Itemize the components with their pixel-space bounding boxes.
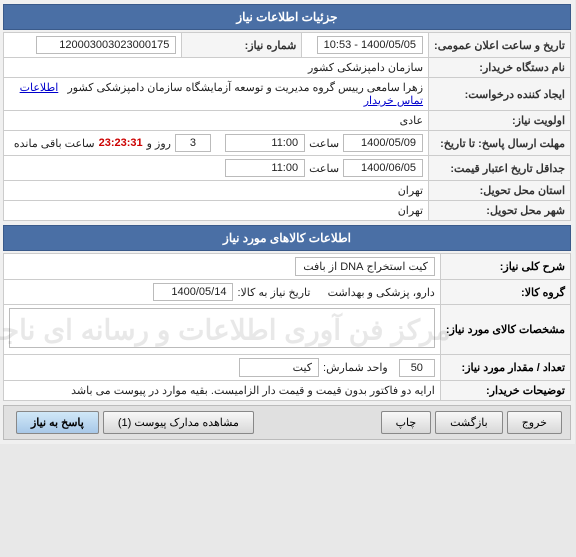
date-time-box: 1400/05/05 - 10:53 — [318, 36, 424, 54]
table-row: توضیحات خریدار: ارایه دو فاکتور بدون قیم… — [5, 381, 572, 401]
goods-unit-value: کیت — [240, 358, 320, 377]
goods-date-value: 1400/05/14 — [154, 283, 234, 301]
order-number-value: 120003003023000175 — [5, 33, 183, 58]
print-button[interactable]: چاپ — [382, 411, 433, 434]
priority-value: عادی — [5, 111, 430, 131]
table-row: اولویت نیاز: عادی — [5, 111, 572, 131]
remaining-label: ساعت باقی مانده — [15, 137, 96, 150]
table-row: تاریخ و ساعت اعلان عمومی: 1400/05/05 - 1… — [5, 33, 572, 58]
table-row: مشخصات کالای مورد نیاز: مرکز فن آوری اطل… — [5, 305, 572, 355]
goods-group-value: دارو، پزشکی و بهداشت — [329, 286, 436, 299]
info-table: تاریخ و ساعت اعلان عمومی: 1400/05/05 - 1… — [4, 32, 572, 221]
days-label: روز و — [148, 137, 172, 150]
goods-type-label: شرح کلی نیاز: — [441, 254, 571, 280]
goods-date-label: تاریخ نیاز به کالا: — [238, 286, 311, 299]
origin-value: زهرا سامعی رییس گروه مدیریت و توسعه آزما… — [5, 78, 430, 111]
goods-table: شرح کلی نیاز: کیت استخراج DNA از بافت گر… — [4, 253, 572, 401]
table-row: شهر محل تحویل: تهران — [5, 201, 572, 221]
main-container: جزئیات اطلاعات نیاز تاریخ و ساعت اعلان ع… — [0, 0, 576, 444]
goods-count-row: 50 واحد شمارش: کیت — [5, 355, 442, 381]
send-date-row: 1400/05/09 ساعت 11:00 3 روز و 23:23:31 س… — [5, 131, 430, 156]
province-label: استان محل تحویل: — [430, 181, 572, 201]
remaining-value: 23:23:31 — [100, 137, 144, 149]
section1-title: جزئیات اطلاعات نیاز — [237, 10, 338, 24]
exit-button[interactable]: خروج — [508, 411, 563, 434]
goods-notes-value: ارایه دو فاکتور بدون قیمت و قیمت دار الز… — [5, 381, 442, 401]
right-buttons: مشاهده مدارک پیوست (1) پاسخ به نیاز — [13, 411, 255, 434]
deal-date-row: 1400/06/05 ساعت 11:00 — [5, 156, 430, 181]
date-time-label: تاریخ و ساعت اعلان عمومی: — [430, 33, 572, 58]
table-row: تعداد / مقدار مورد نیاز: 50 واحد شمارش: … — [5, 355, 572, 381]
bottom-bar: خروج بازگشت چاپ مشاهده مدارک پیوست (1) پ… — [4, 405, 572, 440]
send-time-label: ساعت — [310, 137, 340, 150]
view-attachments-button[interactable]: مشاهده مدارک پیوست (1) — [104, 411, 255, 434]
order-number-label: شماره نیاز: — [183, 33, 303, 58]
goods-detail-cell: مرکز فن آوری اطلاعات و رسانه ای ناجا — [5, 305, 442, 355]
goods-type-value: کیت استخراج DNA از بافت — [5, 254, 442, 280]
table-row: جداقل تاریخ اعتبار قیمت: 1400/06/05 ساعت… — [5, 156, 572, 181]
table-row: شرح کلی نیاز: کیت استخراج DNA از بافت — [5, 254, 572, 280]
province-value: تهران — [5, 181, 430, 201]
goods-group-date-row: دارو، پزشکی و بهداشت تاریخ نیاز به کالا:… — [5, 280, 442, 305]
goods-unit-label: واحد شمارش: — [324, 361, 389, 374]
origin-label: ایجاد کننده درخواست: — [430, 78, 572, 111]
goods-detail-input[interactable] — [10, 308, 436, 348]
send-date-value: 1400/05/09 — [344, 134, 424, 152]
table-row: استان محل تحویل: تهران — [5, 181, 572, 201]
city-label: شهر محل تحویل: — [430, 201, 572, 221]
goods-count-value: 50 — [400, 359, 436, 377]
goods-count-label: تعداد / مقدار مورد نیاز: — [441, 355, 571, 381]
table-row: مهلت ارسال پاسخ: تا تاریخ: 1400/05/09 سا… — [5, 131, 572, 156]
deal-date-label: جداقل تاریخ اعتبار قیمت: — [430, 156, 572, 181]
deal-time-label: ساعت — [310, 162, 340, 175]
deal-date-value: 1400/06/05 — [344, 159, 424, 177]
date-time-value: 1400/05/05 - 10:53 — [303, 33, 430, 58]
back-button[interactable]: بازگشت — [436, 411, 504, 434]
table-row: نام دستگاه خریدار: سازمان دامپزشکی کشور — [5, 58, 572, 78]
goods-detail-label: مشخصات کالای مورد نیاز: — [441, 305, 571, 355]
deal-time-value: 11:00 — [226, 159, 306, 177]
buyer-value: سازمان دامپزشکی کشور — [5, 58, 430, 78]
send-date-label: مهلت ارسال پاسخ: تا تاریخ: — [430, 131, 572, 156]
section2-title: اطلاعات کالاهای مورد نیاز — [224, 231, 352, 245]
goods-type-box: کیت استخراج DNA از بافت — [296, 257, 436, 276]
table-row: گروه کالا: دارو، پزشکی و بهداشت تاریخ نی… — [5, 280, 572, 305]
table-row: ایجاد کننده درخواست: زهرا سامعی رییس گرو… — [5, 78, 572, 111]
city-value: تهران — [5, 201, 430, 221]
section2-header: اطلاعات کالاهای مورد نیاز — [4, 225, 572, 251]
left-buttons: خروج بازگشت چاپ — [378, 411, 563, 434]
goods-notes-label: توضیحات خریدار: — [441, 381, 571, 401]
send-time-value: 11:00 — [226, 134, 306, 152]
section1-header: جزئیات اطلاعات نیاز — [4, 4, 572, 30]
order-number-box: 120003003023000175 — [37, 36, 177, 54]
goods-group-label: گروه کالا: — [441, 280, 571, 305]
buyer-label: نام دستگاه خریدار: — [430, 58, 572, 78]
days-value: 3 — [176, 134, 212, 152]
priority-label: اولویت نیاز: — [430, 111, 572, 131]
reply-button[interactable]: پاسخ به نیاز — [17, 411, 100, 434]
